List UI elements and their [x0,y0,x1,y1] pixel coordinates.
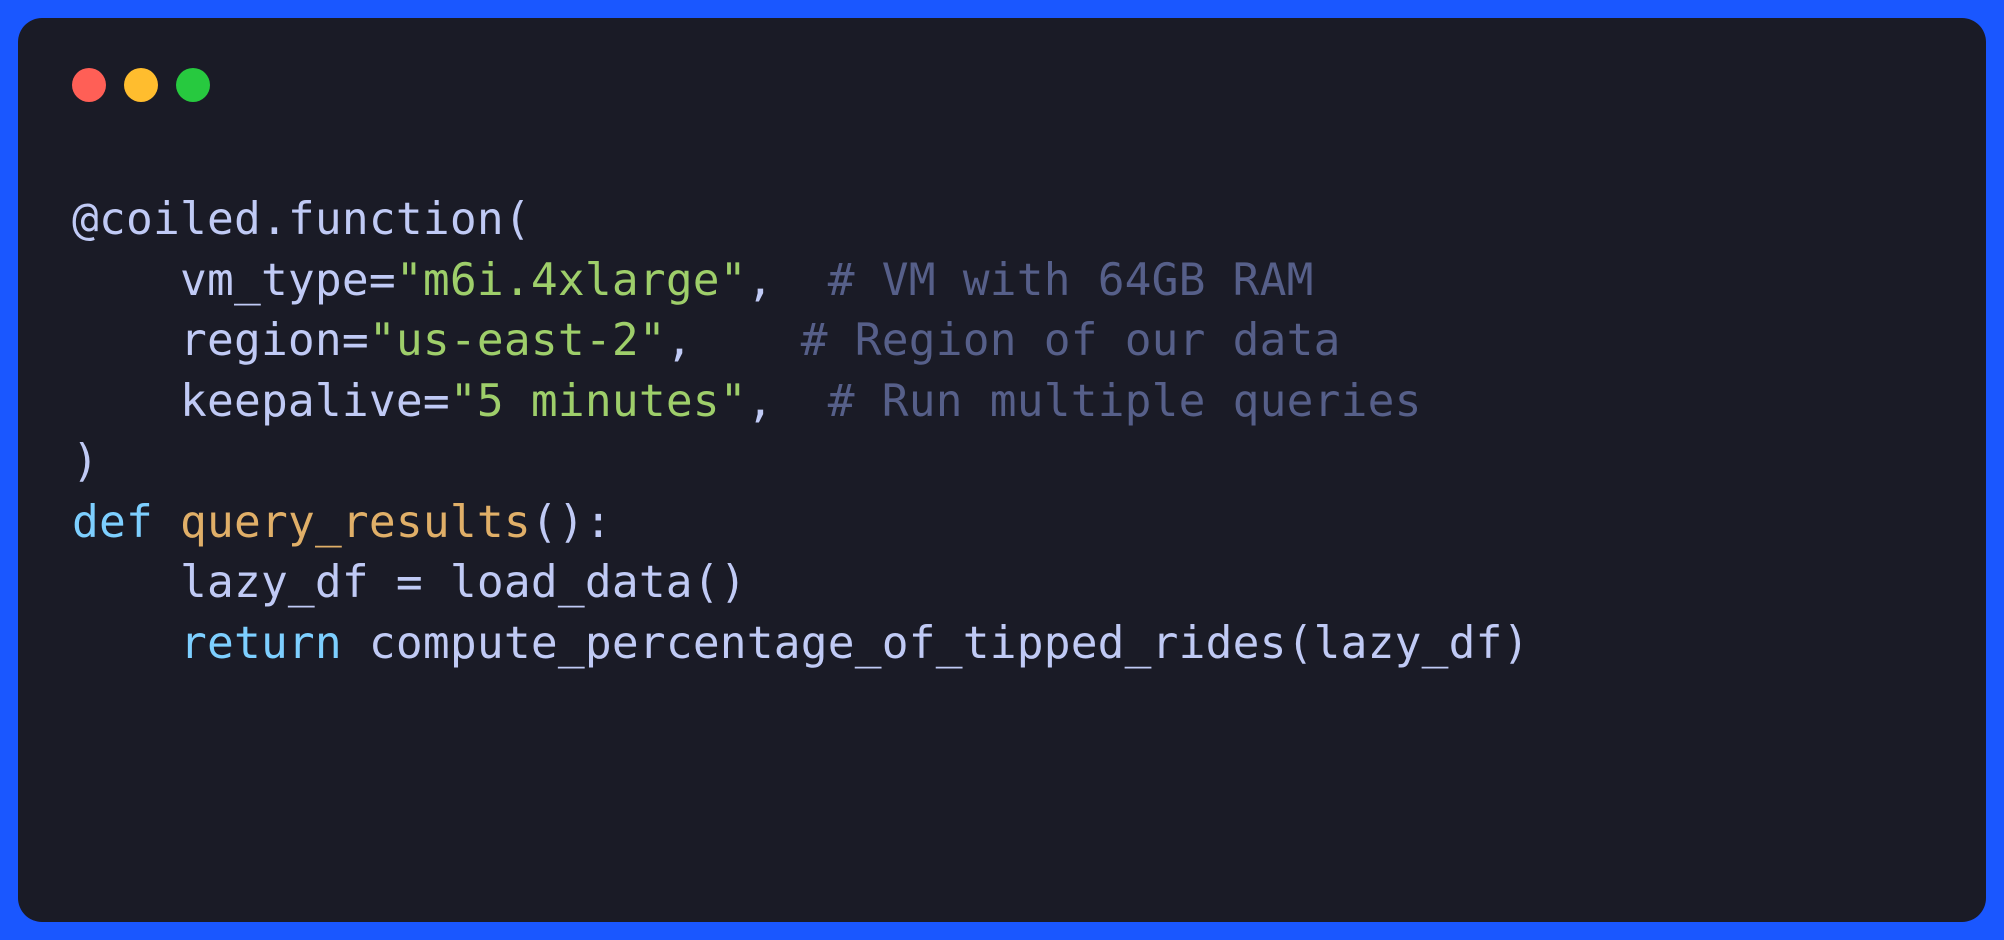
keyword-def: def [72,497,153,548]
param-name: vm_type= [180,255,396,306]
indent [72,618,180,669]
param-name: keepalive= [180,376,450,427]
comment: # Run multiple queries [828,376,1422,427]
comment: # VM with 64GB RAM [828,255,1314,306]
param-name: region= [180,315,369,366]
minimize-icon[interactable] [124,68,158,102]
zoom-icon[interactable] [176,68,210,102]
code-block: @coiled.function( vm_type="m6i.4xlarge",… [72,190,1932,674]
comma: , [747,255,828,306]
comma: , [666,315,801,366]
string-literal: "us-east-2" [369,315,666,366]
decorator: @coiled.function( [72,194,531,245]
keyword-return: return [180,618,342,669]
code-window: @coiled.function( vm_type="m6i.4xlarge",… [18,18,1986,922]
comma: , [747,376,828,427]
indent [72,557,180,608]
indent [72,255,180,306]
string-literal: "m6i.4xlarge" [396,255,747,306]
close-icon[interactable] [72,68,106,102]
function-name: query_results [180,497,531,548]
code-body: compute_percentage_of_tipped_rides(lazy_… [369,618,1530,669]
indent [72,376,180,427]
decorator-close: ) [72,436,99,487]
indent [72,315,180,366]
space [342,618,369,669]
comment: # Region of our data [801,315,1341,366]
code-body: lazy_df = load_data() [180,557,747,608]
space [153,497,180,548]
parens: (): [531,497,612,548]
string-literal: "5 minutes" [450,376,747,427]
window-titlebar [72,68,1932,102]
